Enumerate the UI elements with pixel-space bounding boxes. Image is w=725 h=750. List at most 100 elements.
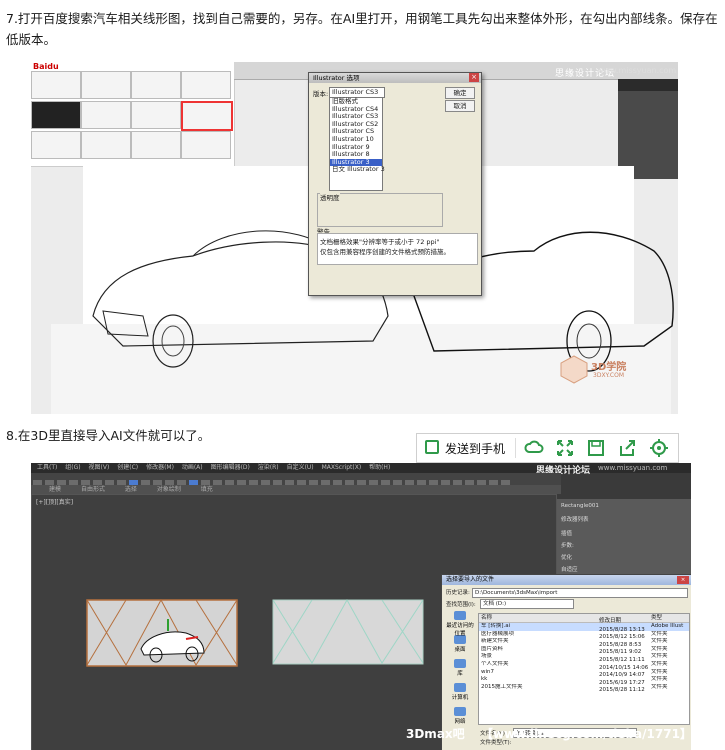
- object-name-field[interactable]: Rectangle001: [561, 503, 687, 511]
- send-to-phone-button[interactable]: 发送到手机: [417, 434, 513, 462]
- thumbnail[interactable]: [31, 101, 81, 129]
- tab[interactable]: 对象绘制: [157, 486, 181, 493]
- modifier-list[interactable]: 修改器列表: [561, 515, 687, 523]
- file-list[interactable]: 名称 修改日期 类型 车 [转换].ai2015/8/28 13:13Adobe I…: [478, 613, 690, 725]
- panel-row[interactable]: 步数:: [561, 541, 687, 549]
- file-name: 图片资料: [481, 645, 504, 652]
- tab[interactable]: 自由形式: [81, 486, 105, 493]
- thumbnail[interactable]: [131, 101, 181, 129]
- watermark-url: www.missyuan.com: [598, 464, 668, 472]
- watermark-linecg-url: 【www.linecg.com/tieba/1771】: [481, 727, 691, 741]
- file-name: 2015施工文件夹: [481, 683, 523, 690]
- ok-button[interactable]: 确定: [445, 87, 475, 99]
- cloud-icon[interactable]: [523, 437, 545, 459]
- 3d-academy-logo-icon: [560, 355, 588, 384]
- imported-shape-left: [86, 599, 238, 667]
- menu-item[interactable]: 创建(C): [117, 464, 138, 471]
- thumbnail[interactable]: [181, 131, 231, 159]
- file-row[interactable]: kk2015/6/19 17:27文件夹: [479, 676, 689, 686]
- file-name: kk: [481, 676, 488, 683]
- file-name: 医疗器械展项: [481, 630, 515, 637]
- panel-row[interactable]: 自适应: [561, 565, 687, 573]
- file-name: 车 [转换].ai: [481, 623, 511, 629]
- lookin-select[interactable]: 文档 (D:): [480, 599, 574, 609]
- network-icon: [454, 707, 466, 716]
- cancel-button[interactable]: 取消: [445, 100, 475, 112]
- thumbnail[interactable]: [31, 131, 81, 159]
- file-type: Adobe Illust: [651, 623, 684, 629]
- expand-icon[interactable]: [554, 437, 576, 459]
- warnings-box: 文档栅格效果"分辨率等于或小于 72 ppi" 仅包含用兼容程序创建的文件格式预…: [317, 233, 478, 265]
- file-name: 场景: [481, 653, 493, 660]
- file-row[interactable]: 场景2015/8/12 11:11文件夹: [479, 653, 689, 663]
- thumbnail[interactable]: [131, 131, 181, 159]
- place-library[interactable]: 库: [446, 659, 474, 681]
- transparency-group: 透明度: [317, 192, 443, 227]
- tab[interactable]: 选择: [125, 486, 137, 493]
- menu-item[interactable]: 修改器(M): [146, 464, 174, 471]
- file-type: 文件夹: [651, 630, 668, 637]
- share-icon[interactable]: [616, 437, 638, 459]
- send-to-phone-icon: [425, 440, 439, 454]
- menu-item[interactable]: MAXScript(X): [322, 464, 362, 471]
- file-row[interactable]: win72014/10/9 14:07文件夹: [479, 668, 689, 679]
- place-computer[interactable]: 计算机: [446, 683, 474, 705]
- library-icon: [454, 659, 466, 668]
- thumbnail-selected[interactable]: [181, 101, 233, 131]
- file-type: 文件夹: [651, 668, 668, 675]
- save-icon[interactable]: [585, 437, 607, 459]
- version-dropdown-list[interactable]: 旧版格式 Illustrator CS4 Illustrator CS3 Illust…: [329, 97, 385, 191]
- thumbnail[interactable]: [181, 71, 231, 99]
- 3dsmax-screenshot: 工具(T) 组(G) 视图(V) 创建(C) 修改器(M) 动画(A) 图形编辑…: [31, 463, 691, 750]
- close-icon[interactable]: ×: [469, 73, 479, 82]
- footer-watermark: 3Dmax吧 【www.linecg.com/tieba/1771】: [31, 719, 691, 750]
- menu-item[interactable]: 自定义(U): [287, 464, 314, 471]
- column-header[interactable]: 类型: [651, 614, 685, 622]
- computer-icon: [454, 683, 466, 692]
- menu-item[interactable]: 组(G): [65, 464, 80, 471]
- dialog-titlebar: 选择要导入的文件: [442, 575, 691, 585]
- file-row[interactable]: 车 [转换].ai2015/8/28 13:13Adobe Illust: [479, 623, 689, 633]
- place-recent[interactable]: 最近访问的位置: [446, 611, 474, 637]
- file-list-header: 名称 修改日期 类型: [479, 614, 689, 624]
- settings-icon[interactable]: [648, 437, 670, 459]
- tab[interactable]: 填充: [201, 486, 213, 493]
- thumbnail[interactable]: [31, 71, 81, 99]
- panel-row[interactable]: 优化: [561, 553, 687, 561]
- menu-item[interactable]: 帮助(H): [369, 464, 390, 471]
- file-row[interactable]: 新建文件夹2015/8/28 8:53文件夹: [479, 638, 689, 648]
- close-icon[interactable]: ×: [677, 576, 689, 584]
- panel-row: 插值: [561, 531, 573, 537]
- menu-item[interactable]: 工具(T): [37, 464, 57, 471]
- thumbnail[interactable]: [81, 101, 131, 129]
- watermark-url: www.missyuan.com: [597, 66, 677, 75]
- place-desktop[interactable]: 桌面: [446, 635, 474, 657]
- file-type: 文件夹: [651, 683, 668, 690]
- file-type: 文件夹: [651, 638, 668, 645]
- 3d-academy-url: 3DXY.COM: [593, 372, 624, 379]
- thumbnail[interactable]: [131, 71, 181, 99]
- file-row[interactable]: 图片资料2015/8/11 9:02文件夹: [479, 645, 689, 656]
- imported-shape-right: [272, 599, 424, 665]
- file-row[interactable]: 2015施工文件夹 2015/8/28 11:12 文件夹: [479, 683, 689, 694]
- menu-item[interactable]: 渲染(R): [258, 464, 279, 471]
- places-bar: 最近访问的位置 桌面 库 计算机 网络: [446, 609, 474, 729]
- menu-bar: 工具(T) 组(G) 视图(V) 创建(C) 修改器(M) 动画(A) 图形编辑…: [31, 463, 691, 473]
- file-type: 文件夹: [651, 645, 668, 652]
- baidu-logo: Baidu: [33, 62, 59, 71]
- version-option[interactable]: 日文 Illustrator 3: [330, 166, 385, 174]
- thumbnail[interactable]: [81, 131, 131, 159]
- column-header[interactable]: 名称: [479, 614, 599, 622]
- transparency-label: 透明度: [320, 192, 340, 202]
- menu-item[interactable]: 动画(A): [182, 464, 203, 471]
- history-path-field[interactable]: D:\Documents\3dsMax\import: [472, 588, 688, 598]
- file-row[interactable]: 医疗器械展项2015/8/12 15:06文件夹: [479, 630, 689, 641]
- file-row[interactable]: 个人文件夹2014/10/15 14:06文件夹: [479, 660, 689, 671]
- menu-item[interactable]: 视图(V): [89, 464, 110, 471]
- menu-item[interactable]: 图形编辑器(D): [211, 464, 250, 471]
- file-name: 个人文件夹: [481, 660, 509, 667]
- file-name: 新建文件夹: [481, 638, 509, 645]
- thumbnail[interactable]: [81, 71, 131, 99]
- step8-text: 8.在3D里直接导入AI文件就可以了。: [6, 428, 211, 443]
- tab[interactable]: 建模: [49, 486, 61, 493]
